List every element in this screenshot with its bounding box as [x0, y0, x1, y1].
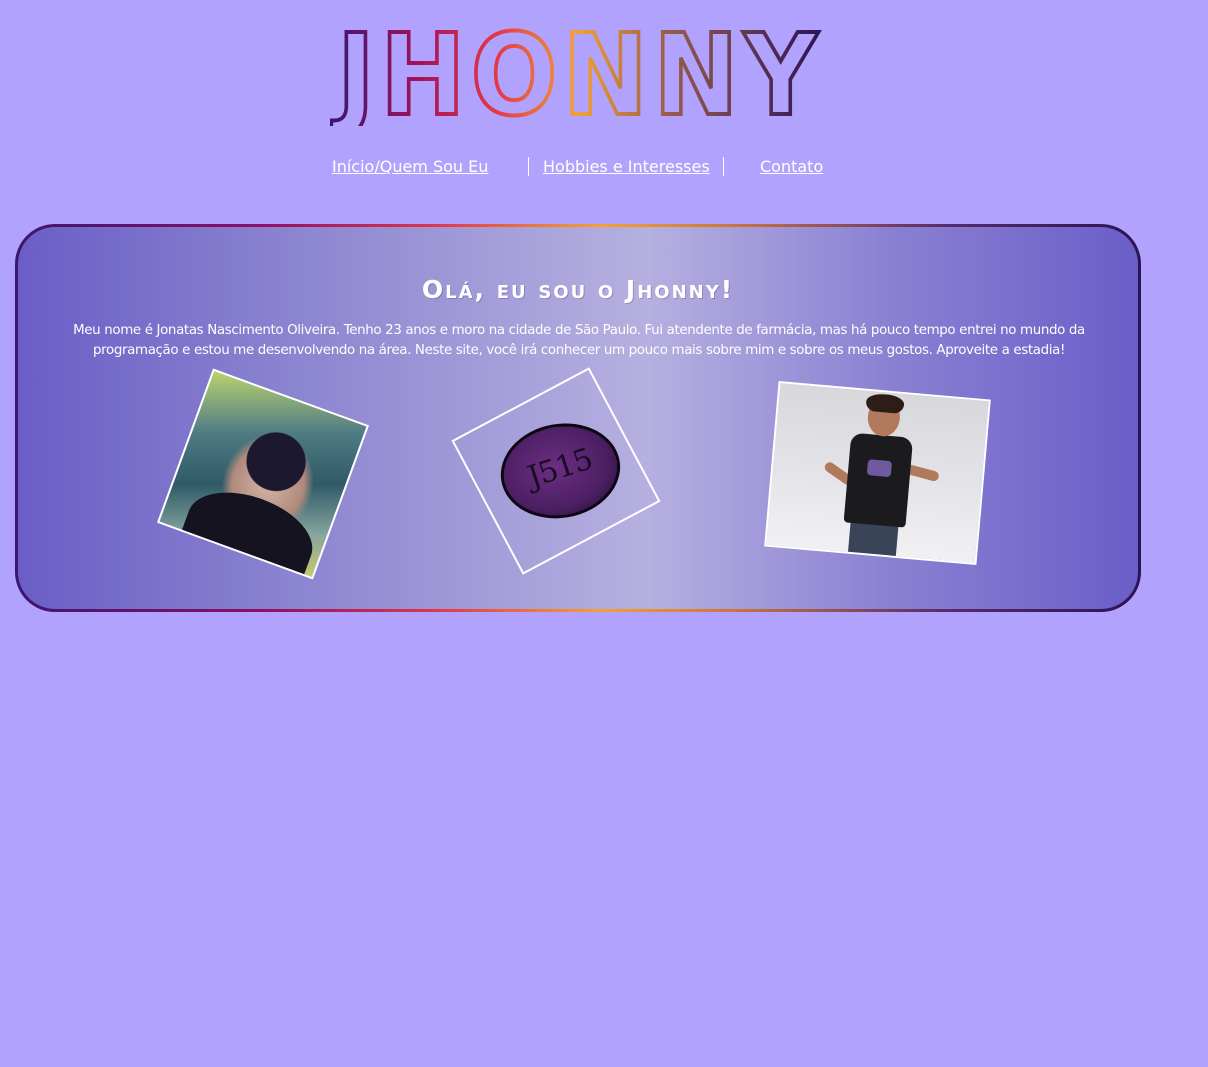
site-logo[interactable]: JHONNY JHONNY	[330, 22, 830, 126]
badge-oval: J515	[493, 414, 628, 528]
nav-link-hobbies[interactable]: Hobbies e Interesses	[543, 157, 710, 176]
page: JHONNY JHONNY Início/Quem Sou Eu Hobbies…	[0, 0, 1208, 1067]
photo-shirt-shape	[176, 477, 324, 580]
nav-link-inicio[interactable]: Início/Quem Sou Eu	[332, 157, 488, 176]
main-nav: Início/Quem Sou Eu Hobbies e Interesses …	[0, 154, 1208, 180]
photo-body	[843, 432, 914, 528]
photo-hair	[865, 392, 905, 415]
photo-logo-badge: J515	[451, 367, 661, 575]
intro-card: Olá, eu sou o Jhonny! Meu nome é Jonatas…	[15, 224, 1141, 612]
logo-inner-outline: JHONNY	[331, 22, 823, 126]
intro-card-body: Olá, eu sou o Jhonny! Meu nome é Jonatas…	[18, 227, 1138, 609]
nav-divider	[528, 157, 529, 176]
intro-text: Meu nome é Jonatas Nascimento Oliveira. …	[73, 323, 1085, 358]
badge-text: J515	[523, 441, 597, 496]
nav-link-contato[interactable]: Contato	[760, 157, 823, 176]
photo-portrait-blurred	[156, 368, 370, 580]
logo-graphic: JHONNY JHONNY	[330, 22, 823, 126]
photo-portrait-dancing	[764, 381, 991, 565]
nav-divider	[723, 157, 724, 176]
intro-title: Olá, eu sou o Jhonny!	[421, 275, 735, 304]
photo-shirt-print	[866, 459, 893, 478]
